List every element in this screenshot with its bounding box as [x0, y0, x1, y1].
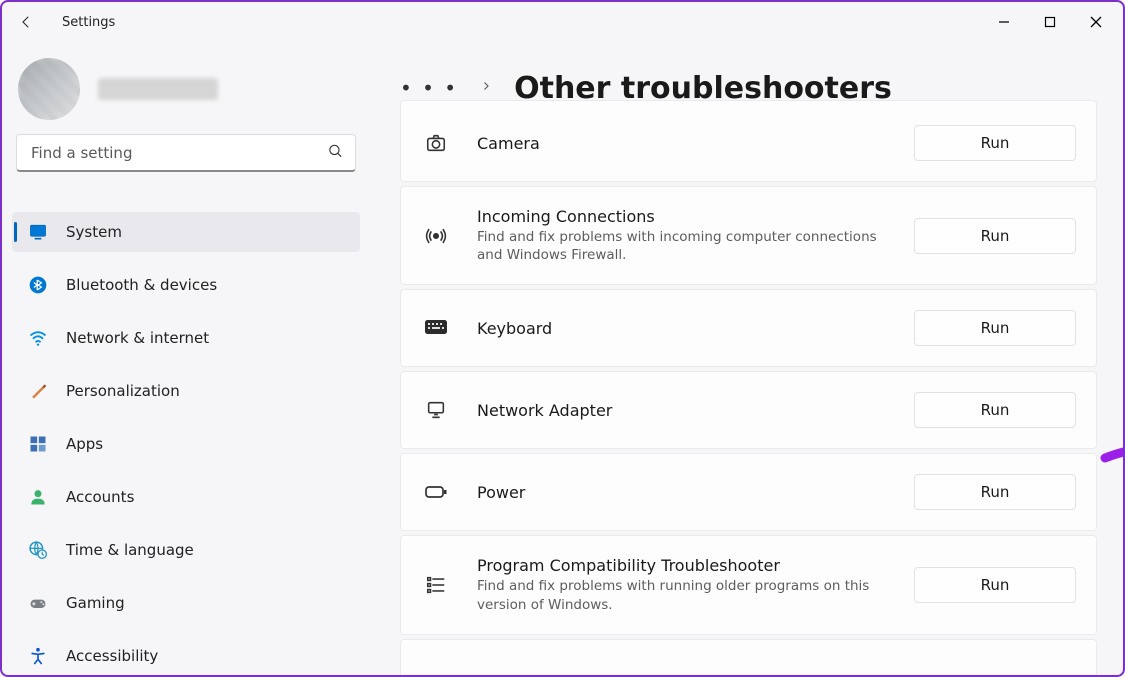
run-button[interactable]: Run	[914, 218, 1076, 254]
back-button[interactable]	[12, 8, 40, 36]
troubleshooter-card: Power Run	[400, 453, 1097, 531]
main: • • • Other troubleshooters CameraRun In…	[370, 42, 1123, 675]
sidebar-item-label: Bluetooth & devices	[66, 276, 217, 294]
card-title: Power	[477, 483, 886, 502]
apps-icon	[28, 434, 48, 454]
run-button[interactable]: Run	[914, 310, 1076, 346]
sidebar-item-network-internet[interactable]: Network & internet	[12, 318, 360, 358]
titlebar: Settings	[2, 2, 1123, 42]
chevron-right-icon	[480, 80, 492, 96]
troubleshooter-list: Camera Run Incoming Connections Find and f…	[400, 122, 1097, 675]
sidebar-item-personalization[interactable]: Personalization	[12, 371, 360, 411]
sidebar-item-accessibility[interactable]: Accessibility	[12, 636, 360, 676]
sidebar-item-label: Network & internet	[66, 329, 209, 347]
card-title: Keyboard	[477, 319, 886, 338]
bluetooth-icon	[28, 275, 48, 295]
sidebar-item-label: System	[66, 223, 122, 241]
close-button[interactable]	[1073, 4, 1119, 40]
minimize-button[interactable]	[981, 4, 1027, 40]
sidebar-item-label: Accounts	[66, 488, 134, 506]
avatar	[18, 58, 80, 120]
broadcast-icon	[423, 225, 449, 247]
sidebar-item-time-language[interactable]: Time & language	[12, 530, 360, 570]
sidebar-item-label: Gaming	[66, 594, 125, 612]
camera-icon	[423, 132, 449, 154]
profile[interactable]	[12, 58, 360, 120]
troubleshooter-card: Incoming Connections Find and fix problem…	[400, 186, 1097, 285]
search-icon	[327, 143, 344, 164]
card-title: Incoming Connections	[477, 207, 886, 226]
search-input[interactable]	[16, 134, 356, 172]
maximize-button[interactable]	[1027, 4, 1073, 40]
gamepad-icon	[28, 593, 48, 613]
accessibility-icon	[28, 646, 48, 666]
window-controls	[981, 4, 1119, 40]
sidebar-item-label: Apps	[66, 435, 103, 453]
card-title: Program Compatibility Troubleshooter	[477, 556, 886, 575]
sidebar-item-label: Personalization	[66, 382, 180, 400]
troubleshooter-card: Keyboard Run	[400, 289, 1097, 367]
sidebar-item-system[interactable]: System	[12, 212, 360, 252]
system-icon	[28, 222, 48, 242]
run-button[interactable]: Run	[914, 474, 1076, 510]
window-title: Settings	[62, 15, 115, 30]
arrow-annotation	[1100, 428, 1123, 478]
compat-icon	[423, 574, 449, 596]
nav: System Bluetooth & devices Network & inter…	[12, 212, 360, 676]
card-description: Find and fix problems with incoming comp…	[477, 228, 886, 264]
sidebar: System Bluetooth & devices Network & inter…	[2, 42, 370, 675]
card-description: Find and fix problems with running older…	[477, 577, 886, 613]
run-button[interactable]: Run	[914, 567, 1076, 603]
settings-window: Settings System Bluetooth & devices Networ…	[0, 0, 1125, 677]
person-icon	[28, 487, 48, 507]
sidebar-item-gaming[interactable]: Gaming	[12, 583, 360, 623]
breadcrumb-ellipsis[interactable]: • • •	[400, 76, 458, 100]
run-button[interactable]: Run	[914, 392, 1076, 428]
sidebar-item-bluetooth-devices[interactable]: Bluetooth & devices	[12, 265, 360, 305]
wifi-icon	[28, 328, 48, 348]
troubleshooter-card	[400, 639, 1097, 675]
globe-clock-icon	[28, 540, 48, 560]
sidebar-item-apps[interactable]: Apps	[12, 424, 360, 464]
card-title: Camera	[477, 134, 886, 153]
battery-icon	[423, 484, 449, 500]
brush-icon	[28, 381, 48, 401]
run-button[interactable]: Run	[914, 125, 1076, 161]
netadapter-icon	[423, 399, 449, 421]
sidebar-item-accounts[interactable]: Accounts	[12, 477, 360, 517]
troubleshooter-card: Network Adapter Run	[400, 371, 1097, 449]
sidebar-item-label: Accessibility	[66, 647, 158, 665]
keyboard-icon	[423, 319, 449, 337]
sidebar-item-label: Time & language	[66, 541, 194, 559]
troubleshooter-card: Camera Run	[400, 100, 1097, 182]
card-title: Network Adapter	[477, 401, 886, 420]
troubleshooter-card: Program Compatibility Troubleshooter Find…	[400, 535, 1097, 634]
username-redacted	[98, 78, 218, 100]
